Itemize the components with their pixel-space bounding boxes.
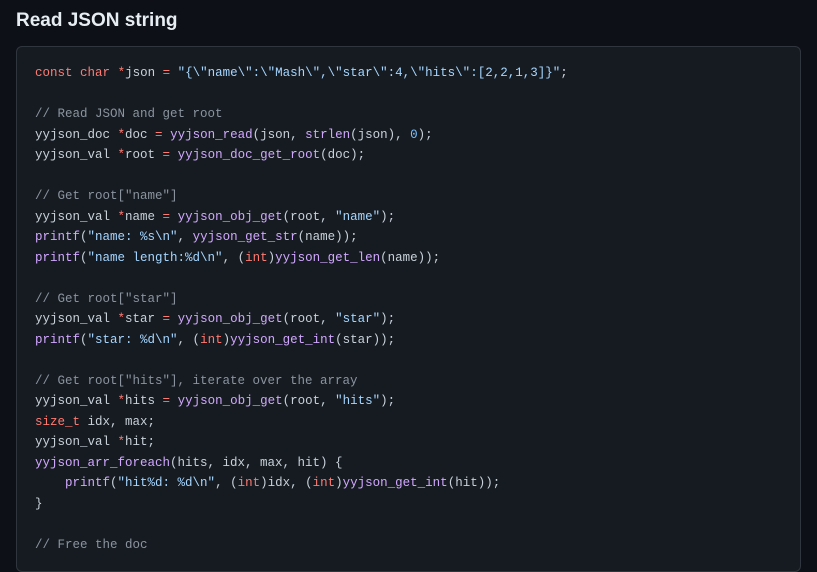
code-token: ( bbox=[80, 251, 88, 265]
code-token: "star" bbox=[335, 312, 380, 326]
code-token: * bbox=[118, 210, 126, 224]
code-token: printf bbox=[35, 333, 80, 347]
code-token: yyjson_obj_get bbox=[178, 312, 283, 326]
code-token: yyjson_val bbox=[35, 435, 118, 449]
section-heading: Read JSON string bbox=[16, 10, 801, 32]
code-token: yyjson_doc_get_root bbox=[178, 148, 321, 162]
code-token: "name: %s\n" bbox=[88, 230, 178, 244]
code-token: hits bbox=[125, 394, 163, 408]
code-token: (json, bbox=[253, 128, 306, 142]
code-token: yyjson_get_str bbox=[193, 230, 298, 244]
code-token: hit; bbox=[125, 435, 155, 449]
code-token: "{\"name\":\"Mash\",\"star\":4,\"hits\":… bbox=[178, 66, 561, 80]
code-token: doc bbox=[125, 128, 155, 142]
code-token: (name)); bbox=[298, 230, 358, 244]
code-token: yyjson_arr_foreach bbox=[35, 456, 170, 470]
code-comment: // Free the doc bbox=[35, 538, 148, 552]
code-token: yyjson_doc bbox=[35, 128, 118, 142]
code-token: * bbox=[118, 394, 126, 408]
code-token: , ( bbox=[223, 251, 246, 265]
code-token: ); bbox=[380, 210, 395, 224]
code-comment: // Get root["name"] bbox=[35, 189, 178, 203]
code-token: = bbox=[163, 148, 178, 162]
code-token: 0 bbox=[410, 128, 418, 142]
code-token: json bbox=[125, 66, 155, 80]
code-token: ); bbox=[380, 312, 395, 326]
code-token: ( bbox=[110, 476, 118, 490]
code-token: size_t bbox=[35, 415, 80, 429]
code-token: yyjson_val bbox=[35, 312, 118, 326]
code-token: ) bbox=[268, 251, 276, 265]
code-token: (root, bbox=[283, 312, 336, 326]
code-token: "name length:%d\n" bbox=[88, 251, 223, 265]
code-token: root bbox=[125, 148, 163, 162]
code-token: int bbox=[238, 476, 261, 490]
code-token: printf bbox=[35, 230, 80, 244]
code-token: yyjson_val bbox=[35, 210, 118, 224]
code-token: name bbox=[125, 210, 163, 224]
code-token: printf bbox=[35, 251, 80, 265]
code-token: "name" bbox=[335, 210, 380, 224]
code-token: const bbox=[35, 66, 73, 80]
code-token: idx, max; bbox=[80, 415, 155, 429]
code-token: = bbox=[163, 210, 178, 224]
code-token: = bbox=[155, 128, 170, 142]
code-token: (hits, idx, max, hit) { bbox=[170, 456, 343, 470]
code-token: , bbox=[178, 230, 193, 244]
code-token: (root, bbox=[283, 210, 336, 224]
code-token: , ( bbox=[178, 333, 201, 347]
code-comment: // Get root["star"] bbox=[35, 292, 178, 306]
code-token: (doc); bbox=[320, 148, 365, 162]
code-comment: // Get root["hits"], iterate over the ar… bbox=[35, 374, 358, 388]
code-token: , ( bbox=[215, 476, 238, 490]
code-token: } bbox=[35, 497, 43, 511]
code-token: ); bbox=[418, 128, 433, 142]
code-token: (root, bbox=[283, 394, 336, 408]
code-token: (name)); bbox=[380, 251, 440, 265]
code-token: strlen bbox=[305, 128, 350, 142]
code-token: * bbox=[118, 435, 126, 449]
code-token: * bbox=[118, 148, 126, 162]
code-token: ( bbox=[80, 230, 88, 244]
code-token: ; bbox=[560, 66, 568, 80]
code-token: yyjson_read bbox=[170, 128, 253, 142]
code-token: printf bbox=[65, 476, 110, 490]
code-token: yyjson_get_int bbox=[343, 476, 448, 490]
code-token: (json), bbox=[350, 128, 410, 142]
code-token: char bbox=[80, 66, 110, 80]
code-token: (hit)); bbox=[448, 476, 501, 490]
code-token: int bbox=[245, 251, 268, 265]
code-token: int bbox=[200, 333, 223, 347]
code-token: yyjson_obj_get bbox=[178, 210, 283, 224]
code-comment: // Read JSON and get root bbox=[35, 107, 223, 121]
code-token: yyjson_val bbox=[35, 148, 118, 162]
code-token: )idx, ( bbox=[260, 476, 313, 490]
code-token: * bbox=[118, 312, 126, 326]
code-token: int bbox=[313, 476, 336, 490]
code-token: ); bbox=[380, 394, 395, 408]
code-token: ( bbox=[80, 333, 88, 347]
code-token: = bbox=[163, 394, 178, 408]
code-token: = bbox=[163, 312, 178, 326]
code-token: star bbox=[125, 312, 163, 326]
code-token: yyjson_get_len bbox=[275, 251, 380, 265]
code-token: ) bbox=[335, 476, 343, 490]
code-token: = bbox=[163, 66, 171, 80]
code-token: "hit%d: %d\n" bbox=[118, 476, 216, 490]
code-token: yyjson_val bbox=[35, 394, 118, 408]
code-token: (star)); bbox=[335, 333, 395, 347]
code-token: * bbox=[118, 128, 126, 142]
code-token: "hits" bbox=[335, 394, 380, 408]
code-token: yyjson_obj_get bbox=[178, 394, 283, 408]
code-token bbox=[35, 476, 65, 490]
code-token: * bbox=[118, 66, 126, 80]
code-block: const char *json = "{\"name\":\"Mash\",\… bbox=[16, 46, 801, 572]
code-token: yyjson_get_int bbox=[230, 333, 335, 347]
code-token: "star: %d\n" bbox=[88, 333, 178, 347]
code-token: ) bbox=[223, 333, 231, 347]
